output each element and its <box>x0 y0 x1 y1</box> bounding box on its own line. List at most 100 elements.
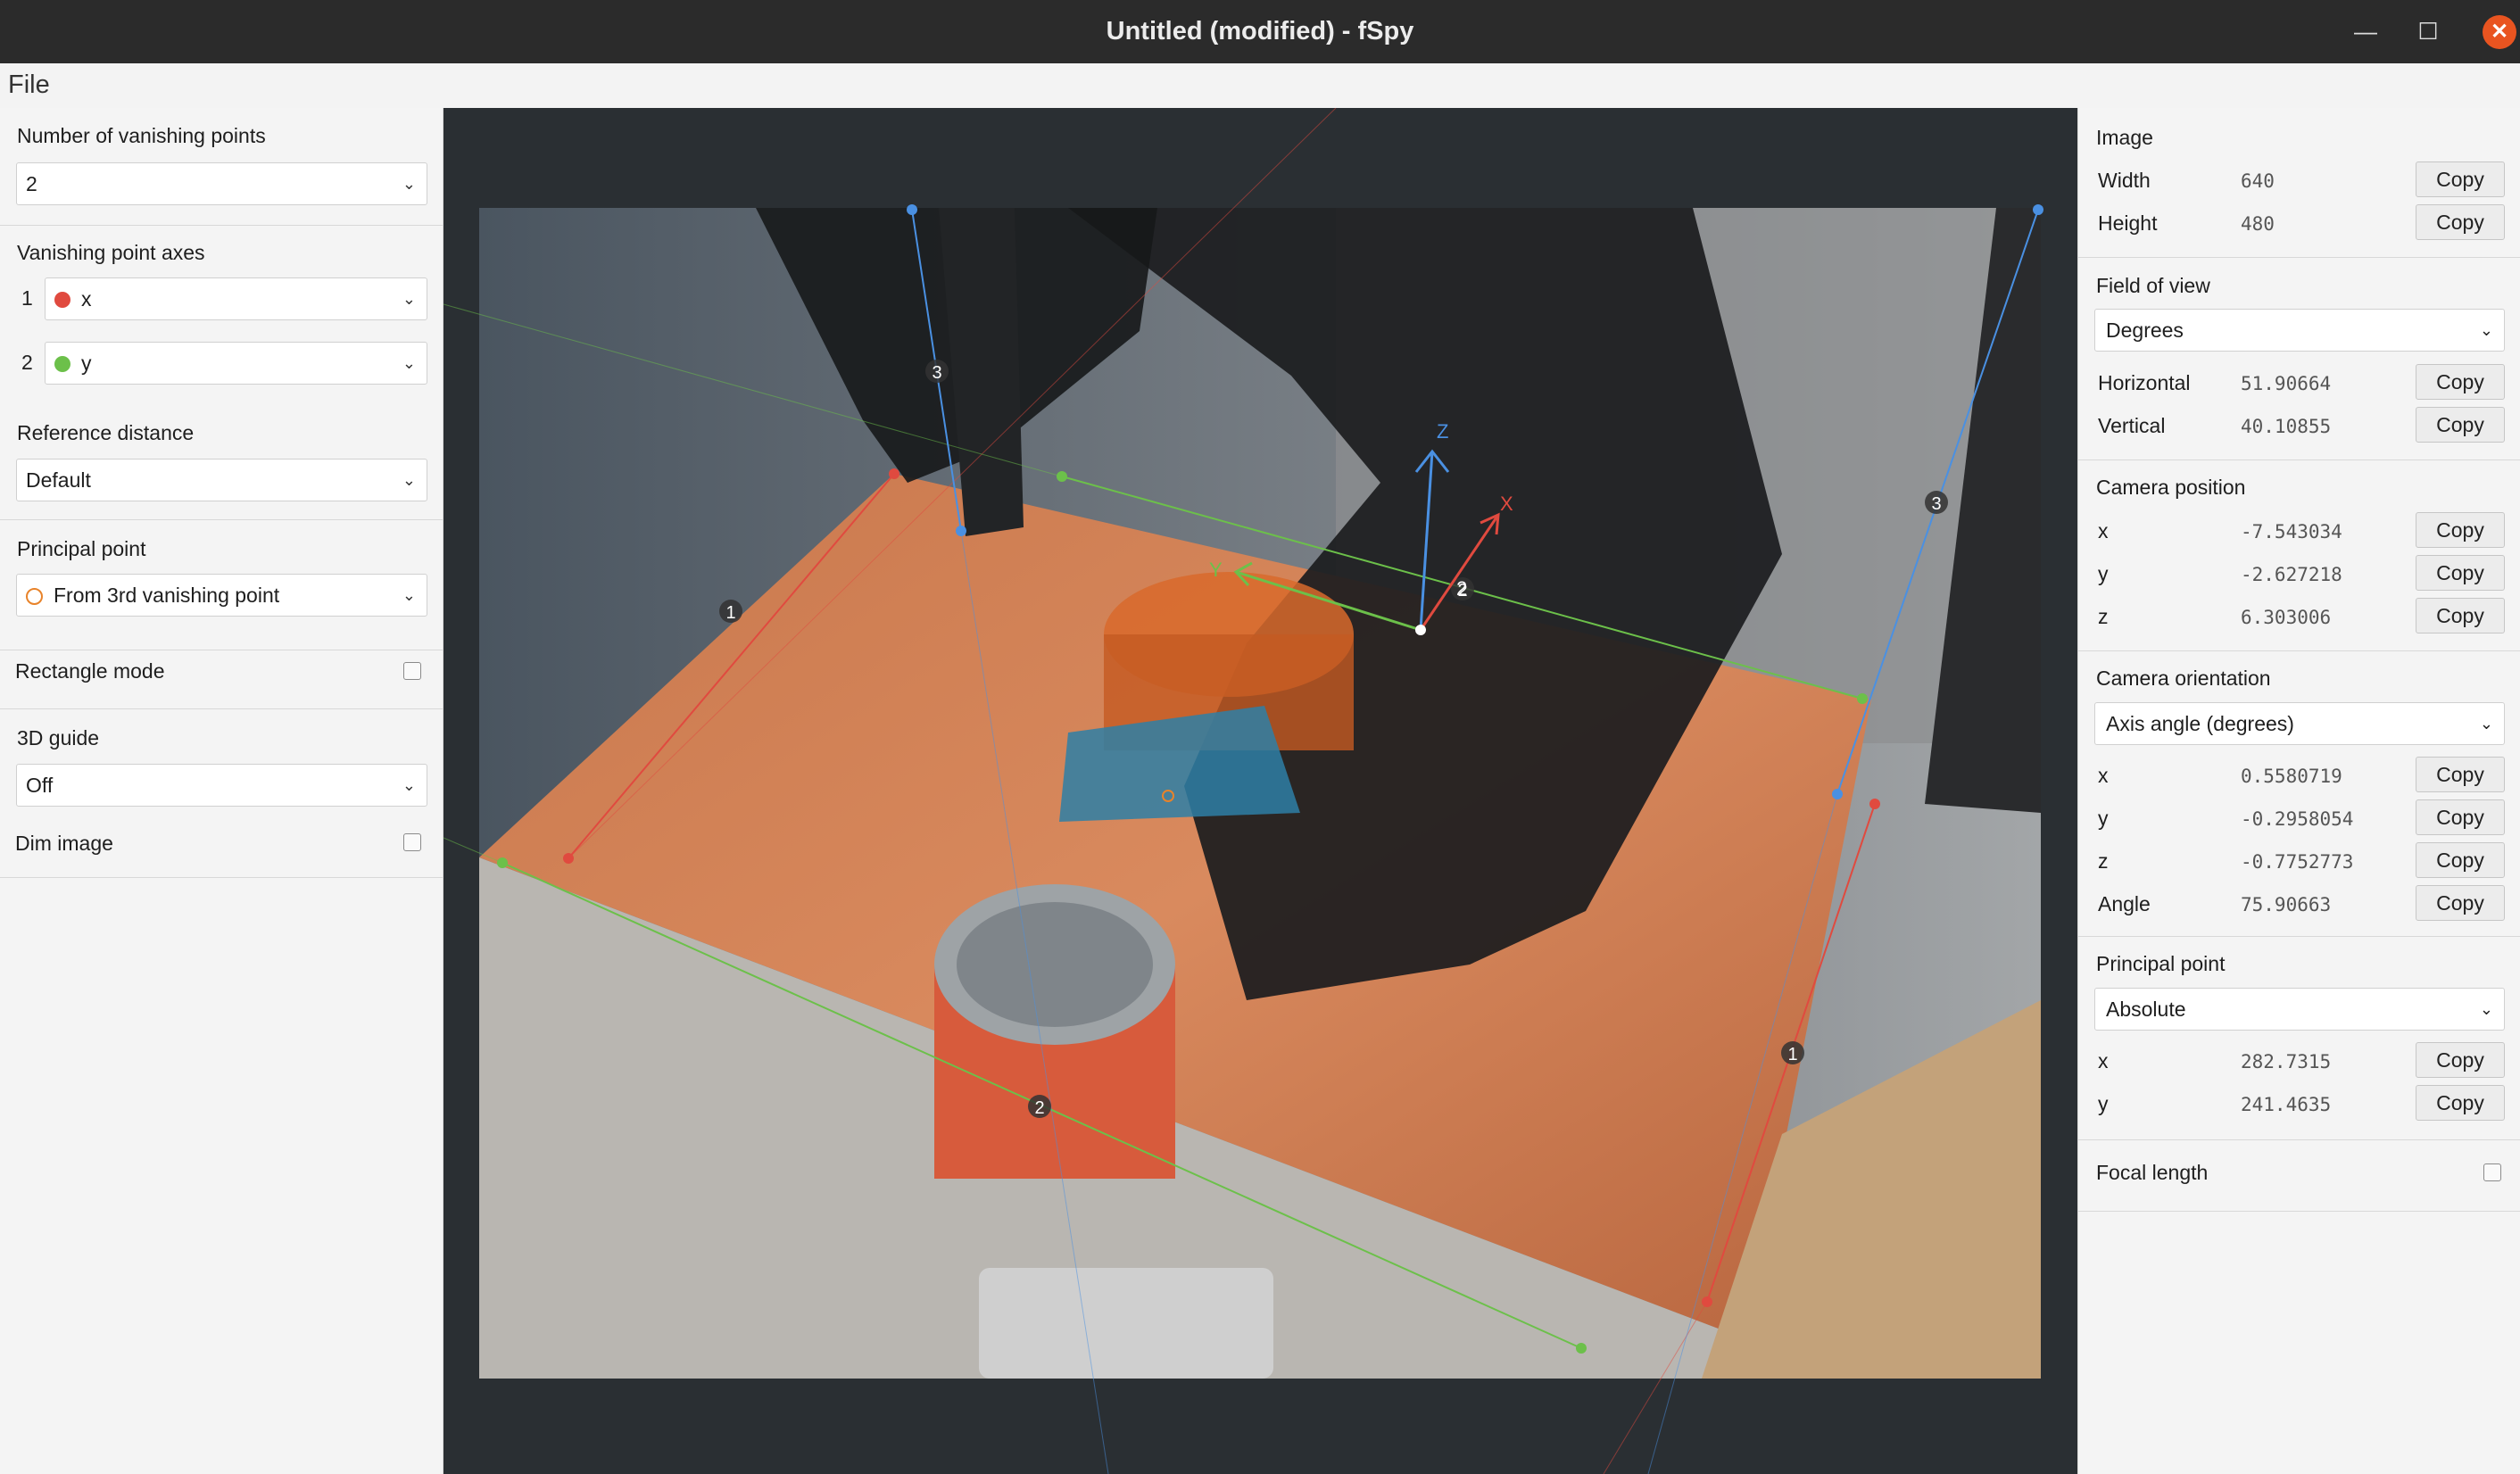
chevron-down-icon: ⌄ <box>402 290 416 308</box>
cam-pos-heading: Camera position <box>2096 476 2246 499</box>
cam-pos-z-label: z <box>2098 605 2109 628</box>
vp2-index: 2 <box>21 351 33 374</box>
vp2-axis-select[interactable]: y ⌄ <box>45 342 427 385</box>
cam-orient-angle-value: 75.90663 <box>2241 894 2332 915</box>
menu-bar: File <box>0 63 2520 108</box>
chevron-down-icon: ⌄ <box>402 175 416 193</box>
copy-fov-h-button[interactable]: Copy <box>2416 364 2505 400</box>
cam-orient-angle-label: Angle <box>2098 892 2151 915</box>
close-icon: ✕ <box>2483 14 2516 49</box>
chevron-down-icon: ⌄ <box>402 354 416 372</box>
line-label: 1 <box>725 603 735 623</box>
rect-mode-checkbox[interactable] <box>403 662 421 680</box>
cam-orient-x-value: 0.5580719 <box>2241 766 2342 787</box>
minimize-icon: — <box>2354 18 2377 45</box>
num-vp-label: Number of vanishing points <box>17 124 266 147</box>
vp-count-section: Number of vanishing points 2 ⌄ <box>0 108 443 226</box>
copy-fov-v-button[interactable]: Copy <box>2416 407 2505 443</box>
pp-y-value: 241.4635 <box>2241 1094 2332 1115</box>
copy-width-button[interactable]: Copy <box>2416 161 2505 197</box>
minimize-button[interactable]: — <box>2339 0 2392 63</box>
chevron-down-icon: ⌄ <box>402 776 416 794</box>
cam-orient-mode-select[interactable]: Axis angle (degrees) ⌄ <box>2094 702 2505 745</box>
image-viewport[interactable]: 1 1 2 2 3 3 Z X Y 2 <box>443 108 2077 1474</box>
control-point-handle[interactable] <box>1576 1343 1587 1354</box>
cam-orient-mode-value: Axis angle (degrees) <box>2106 712 2294 735</box>
image-height-value: 480 <box>2241 213 2275 235</box>
control-point-handle[interactable] <box>497 857 508 868</box>
vp1-axis-select[interactable]: x ⌄ <box>45 277 427 320</box>
vp1-index: 1 <box>21 286 33 310</box>
right-results-panel: Image Width 640 Copy Height 480 Copy Fie… <box>2077 108 2520 1474</box>
control-point-handle[interactable] <box>1057 471 1067 482</box>
image-width-value: 640 <box>2241 170 2275 192</box>
num-vp-select[interactable]: 2 ⌄ <box>16 162 427 205</box>
guide-select[interactable]: Off ⌄ <box>16 764 427 807</box>
copy-cam-pos-x-button[interactable]: Copy <box>2416 512 2505 548</box>
divider <box>2078 1139 2520 1140</box>
cam-pos-z-value: 6.303006 <box>2241 607 2332 628</box>
focal-length-label: Focal length <box>2096 1161 2209 1184</box>
guide-value: Off <box>26 774 54 797</box>
cam-pos-x-value: -7.543034 <box>2241 521 2342 542</box>
control-point-handle[interactable] <box>1857 693 1868 704</box>
control-point-handle[interactable] <box>1702 1296 1712 1307</box>
copy-orient-angle-button[interactable]: Copy <box>2416 885 2505 921</box>
divider <box>2078 459 2520 460</box>
left-settings-panel: Number of vanishing points 2 ⌄ Vanishing… <box>0 108 443 1474</box>
copy-pp-y-button[interactable]: Copy <box>2416 1085 2505 1121</box>
origin-label: 2 <box>1456 577 1467 600</box>
dim-image-checkbox[interactable] <box>403 833 421 851</box>
origin-handle[interactable] <box>1415 625 1426 635</box>
fov-v-label: Vertical <box>2098 414 2166 437</box>
pp-x-label: x <box>2098 1049 2109 1072</box>
photo-can-inner <box>957 902 1153 1027</box>
y-axis-label: Y <box>1209 559 1223 581</box>
guide-label: 3D guide <box>17 726 100 749</box>
chevron-down-icon: ⌄ <box>2479 321 2493 339</box>
control-point-handle[interactable] <box>907 204 917 215</box>
vp-axes-label: Vanishing point axes <box>17 241 205 264</box>
pp-label: Principal point <box>17 537 146 560</box>
copy-cam-pos-z-button[interactable]: Copy <box>2416 598 2505 633</box>
copy-pp-x-button[interactable]: Copy <box>2416 1042 2505 1078</box>
z-axis-label: Z <box>1437 420 1448 443</box>
line-label: 3 <box>1931 494 1941 514</box>
focal-length-checkbox[interactable] <box>2483 1163 2501 1181</box>
x-axis-label: X <box>1500 493 1513 515</box>
dim-image-label: Dim image <box>15 832 113 855</box>
close-button[interactable]: ✕ <box>2473 0 2520 63</box>
copy-height-button[interactable]: Copy <box>2416 204 2505 240</box>
cam-orient-y-label: y <box>2098 807 2109 830</box>
control-point-handle[interactable] <box>889 468 899 479</box>
copy-orient-z-button[interactable]: Copy <box>2416 842 2505 878</box>
divider <box>0 649 443 650</box>
control-point-handle[interactable] <box>1832 789 1843 799</box>
maximize-button[interactable]: ☐ <box>2401 0 2455 63</box>
pp-mode-select[interactable]: Absolute ⌄ <box>2094 988 2505 1031</box>
control-point-handle[interactable] <box>563 853 574 864</box>
cam-pos-y-label: y <box>2098 562 2109 585</box>
copy-orient-x-button[interactable]: Copy <box>2416 757 2505 792</box>
menu-file[interactable]: File <box>8 70 50 100</box>
control-point-handle[interactable] <box>956 526 966 536</box>
pp-select[interactable]: From 3rd vanishing point ⌄ <box>16 574 427 617</box>
ref-dist-select[interactable]: Default ⌄ <box>16 459 427 501</box>
control-point-handle[interactable] <box>2033 204 2043 215</box>
copy-cam-pos-y-button[interactable]: Copy <box>2416 555 2505 591</box>
line-label: 3 <box>932 363 941 383</box>
fov-v-value: 40.10855 <box>2241 416 2332 437</box>
divider <box>2078 1210 2520 1212</box>
line-label: 1 <box>1787 1045 1797 1064</box>
photo-panel <box>979 1268 1273 1379</box>
pp-heading: Principal point <box>2096 952 2226 975</box>
pp-mode-value: Absolute <box>2106 998 2186 1021</box>
copy-orient-y-button[interactable]: Copy <box>2416 799 2505 835</box>
window-title: Untitled (modified) - fSpy <box>1106 17 1414 46</box>
viewport-background: 1 1 2 2 3 3 Z X Y 2 <box>443 108 2077 1474</box>
title-bar: Untitled (modified) - fSpy — ☐ ✕ <box>0 0 2520 63</box>
maximize-icon: ☐ <box>2417 18 2439 45</box>
fov-h-label: Horizontal <box>2098 371 2191 394</box>
fov-unit-select[interactable]: Degrees ⌄ <box>2094 309 2505 352</box>
control-point-handle[interactable] <box>1869 799 1880 809</box>
